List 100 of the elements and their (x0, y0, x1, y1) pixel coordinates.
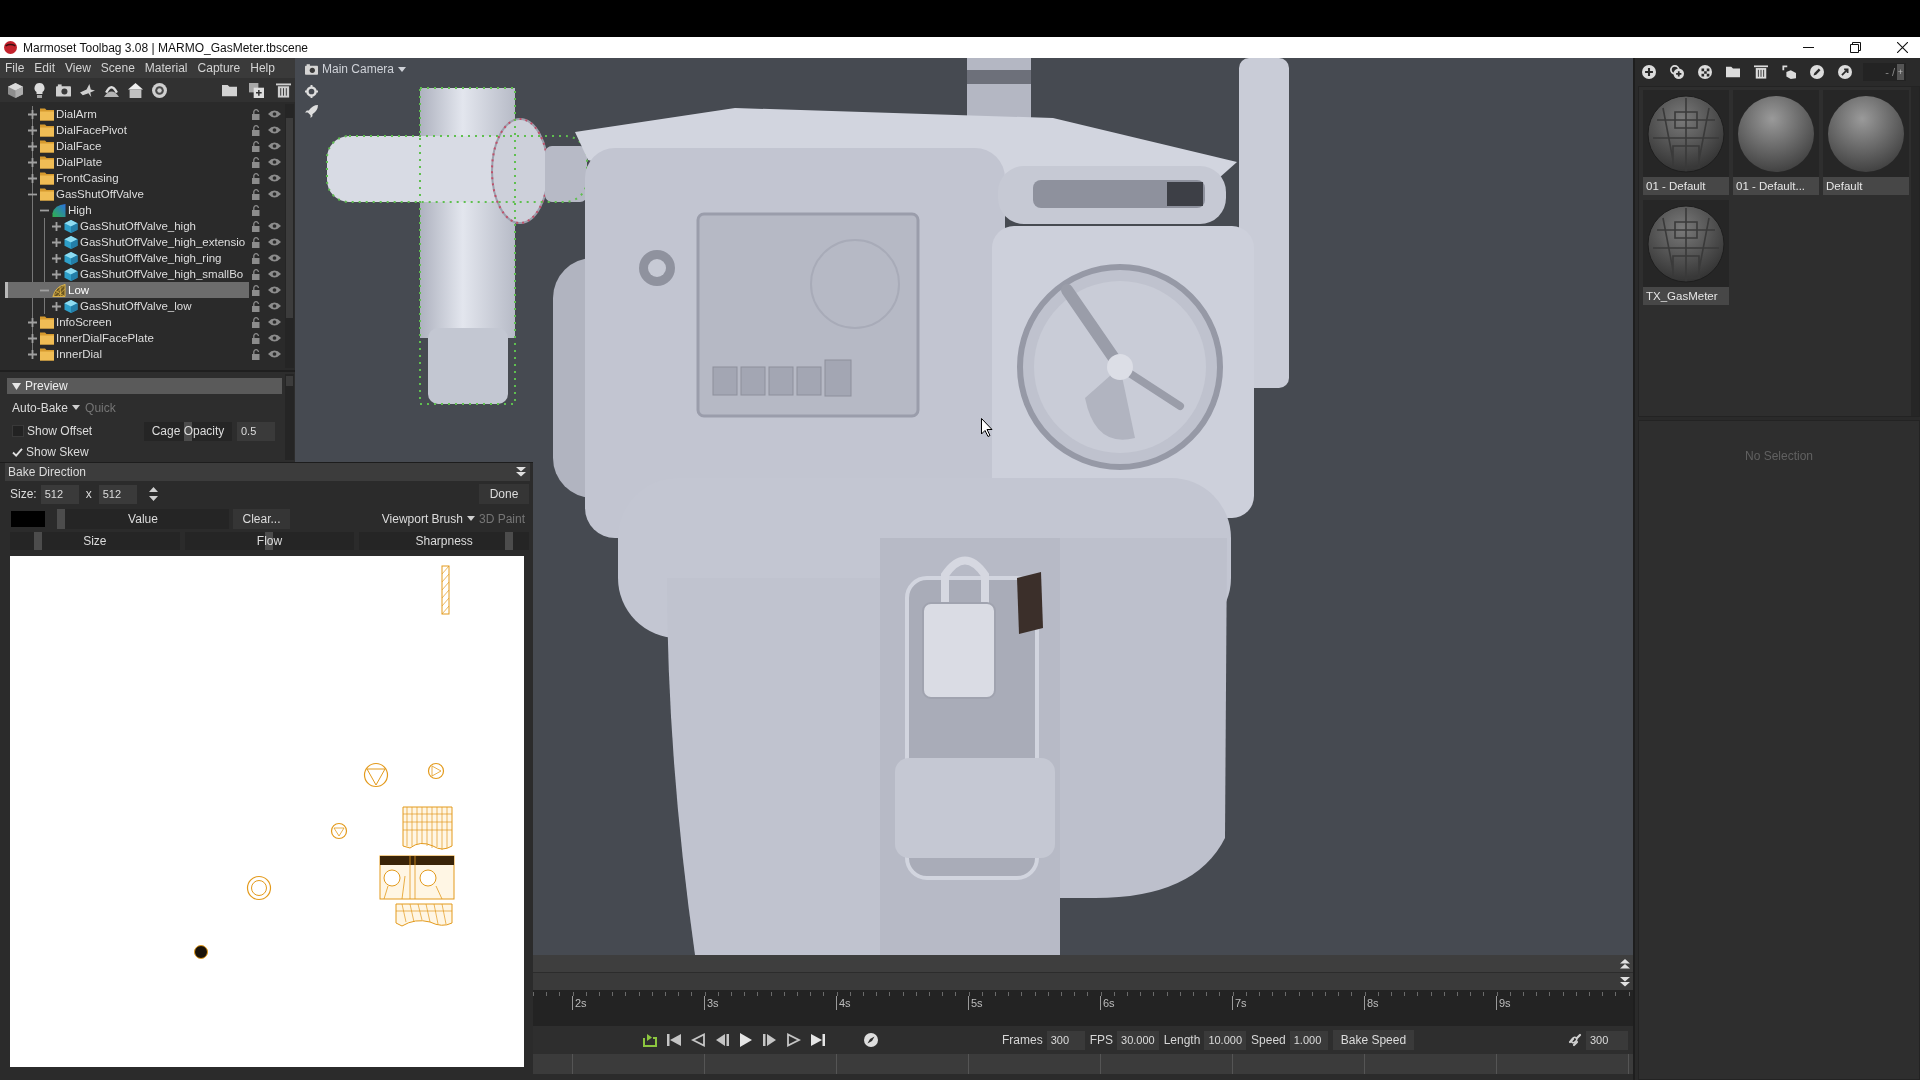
lock-icon[interactable] (252, 300, 261, 312)
eye-icon[interactable] (268, 318, 281, 326)
house-icon[interactable] (128, 82, 143, 98)
timeline-track[interactable] (533, 1054, 1633, 1074)
eye-icon[interactable] (268, 110, 281, 118)
plus-icon[interactable] (28, 333, 37, 343)
tree-item[interactable]: InnerDialFacePlate (5, 330, 249, 346)
lock-icon[interactable] (252, 348, 261, 360)
eye-icon[interactable] (268, 190, 281, 198)
lock-icon[interactable] (252, 172, 261, 184)
tree-item[interactable]: GasShutOffValve_high_extensio (5, 234, 249, 250)
plus-icon[interactable] (28, 157, 37, 167)
trash-icon[interactable] (1754, 65, 1768, 79)
rocket-icon[interactable] (305, 105, 318, 118)
tree-item[interactable]: InnerDial (5, 346, 249, 362)
previous-key-icon[interactable] (691, 1033, 705, 1047)
eye-icon[interactable] (268, 286, 281, 294)
brush-slider[interactable]: Flow (184, 532, 355, 550)
eye-icon[interactable] (268, 270, 281, 278)
lock-icon[interactable] (252, 236, 261, 248)
link-icon[interactable] (1568, 1033, 1582, 1047)
cube-icon[interactable] (8, 82, 23, 98)
brush-slider[interactable]: Size (10, 532, 180, 550)
tree-item[interactable]: DialFace (5, 138, 249, 154)
folder-icon[interactable] (222, 82, 237, 98)
number-field[interactable]: 0.5 (237, 421, 275, 441)
scrollbar[interactable] (285, 104, 294, 368)
plus-icon[interactable] (28, 173, 37, 183)
number-field[interactable]: 512 (40, 484, 79, 504)
tree-item[interactable]: GasShutOffValve (5, 186, 249, 202)
tree-item[interactable]: DialFacePivot (5, 122, 249, 138)
plus-icon[interactable] (28, 349, 37, 359)
brush-slider[interactable]: Sharpness (359, 532, 529, 550)
lock-icon[interactable] (252, 140, 261, 152)
tree-item[interactable]: Low (5, 282, 249, 298)
checkbox[interactable]: Show Skew (12, 445, 89, 459)
duplicate-icon[interactable] (249, 82, 264, 98)
sphere-tile[interactable]: 01 - Default (1643, 90, 1729, 195)
eye-icon[interactable] (268, 222, 281, 230)
number-field[interactable]: 512 (98, 484, 137, 504)
lock-icon[interactable] (252, 316, 261, 328)
compass-icon[interactable] (864, 1033, 878, 1047)
circles-plus-icon[interactable] (1670, 65, 1684, 79)
skip-end-icon[interactable] (811, 1033, 825, 1047)
eye-icon[interactable] (268, 142, 281, 150)
camera-icon[interactable] (56, 82, 71, 98)
timeline-ruler[interactable]: 2s 3s 4s 5s 6s 7s 8s 9s (533, 990, 1633, 1026)
camera-dropdown[interactable]: Main Camera (305, 62, 407, 76)
sphere-tile[interactable]: TX_GasMeter (1643, 200, 1729, 305)
tree-item[interactable]: InfoScreen (5, 314, 249, 330)
eye-icon[interactable] (268, 158, 281, 166)
close-icon[interactable] (1897, 42, 1908, 53)
plus-icon[interactable] (28, 141, 37, 151)
tree-item[interactable]: DialArm (5, 106, 249, 122)
auto-bake-dropdown[interactable]: Auto-Bake (12, 400, 81, 415)
plus-icon[interactable] (28, 125, 37, 135)
tree-item[interactable]: DialPlate (5, 154, 249, 170)
tree-item[interactable]: GasShutOffValve_low (5, 298, 249, 314)
brush-dropdown[interactable]: Viewport Brush (381, 511, 475, 526)
number-field[interactable]: 1.000 (1289, 1030, 1328, 1050)
eye-icon[interactable] (268, 334, 281, 342)
value-field[interactable]: - / + (1863, 63, 1906, 81)
tree-item[interactable]: GasShutOffValve_high (5, 218, 249, 234)
chevrons-down-icon[interactable] (516, 467, 526, 477)
color-swatch-icon[interactable] (11, 510, 45, 527)
next-key-icon[interactable] (787, 1033, 801, 1047)
lock-icon[interactable] (252, 252, 261, 264)
plus-circle-icon[interactable] (1642, 65, 1656, 79)
eye-icon[interactable] (268, 350, 281, 358)
eye-icon[interactable] (268, 174, 281, 182)
lock-icon[interactable] (252, 220, 261, 232)
sphere-tile[interactable]: 01 - Default... (1733, 90, 1819, 195)
lock-icon[interactable] (252, 204, 261, 216)
pencil-circle-icon[interactable] (1810, 65, 1824, 79)
scrollbar[interactable] (285, 374, 294, 460)
chevrons-down-icon[interactable] (1620, 976, 1630, 987)
eye-icon[interactable] (268, 254, 281, 262)
lock-icon[interactable] (252, 124, 261, 136)
increment-button[interactable]: + (1897, 64, 1904, 80)
tree-item[interactable]: FrontCasing (5, 170, 249, 186)
lock-icon[interactable] (252, 156, 261, 168)
lock-icon[interactable] (252, 188, 261, 200)
number-field[interactable]: 300 (1046, 1030, 1085, 1050)
skip-start-icon[interactable] (667, 1033, 681, 1047)
menu-item[interactable]: Capture (197, 61, 241, 75)
restore-icon[interactable] (1850, 42, 1861, 53)
panel-header[interactable]: Preview (7, 378, 282, 394)
number-field[interactable]: 10.000 (1204, 1030, 1247, 1050)
bulb-icon[interactable] (32, 82, 47, 98)
play-icon[interactable] (739, 1033, 753, 1047)
arrow-circle-icon[interactable] (1838, 65, 1852, 79)
lock-icon[interactable] (252, 268, 261, 280)
menu-item[interactable]: File (5, 61, 25, 75)
plus-icon[interactable] (28, 317, 37, 327)
lock-icon[interactable] (252, 332, 261, 344)
lock-icon[interactable] (252, 108, 261, 120)
bake-speed-button[interactable]: Bake Speed (1332, 1030, 1414, 1050)
eye-icon[interactable] (268, 126, 281, 134)
slider-thumb[interactable] (504, 532, 513, 550)
cage-opacity-slider[interactable]: Cage Opacity (144, 421, 232, 441)
